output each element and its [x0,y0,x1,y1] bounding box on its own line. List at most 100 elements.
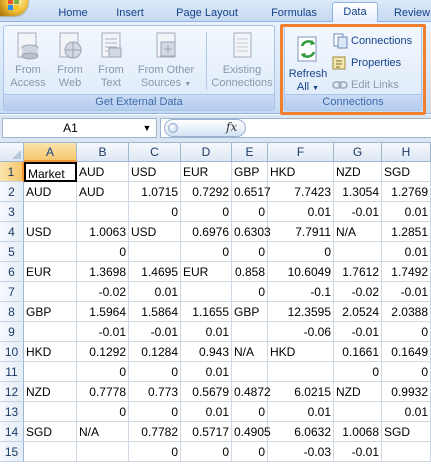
cell-g10[interactable]: 0.1661 [334,342,382,362]
cell-c6[interactable]: 1.4695 [129,262,181,282]
cell-h2[interactable]: 1.2769 [382,182,431,202]
cell-h5[interactable]: 0.01 [382,242,431,262]
cell-a11[interactable] [24,362,77,382]
cell-f8[interactable]: 12.3595 [268,302,334,322]
select-all-button[interactable] [0,143,24,162]
cell-b11[interactable]: 0 [77,362,129,382]
cell-a8[interactable]: GBP [24,302,77,322]
cell-e15[interactable]: 0 [232,442,268,462]
cell-h13[interactable]: 0.01 [382,402,431,422]
cell-d6[interactable]: EUR [181,262,232,282]
cell-c14[interactable]: 0.7782 [129,422,181,442]
cell-d5[interactable]: 0 [181,242,232,262]
tab-data[interactable]: Data [332,2,378,23]
row-header-1[interactable]: 1 [0,162,24,182]
cell-c7[interactable]: 0.01 [129,282,181,302]
tab-insert[interactable]: Insert [106,5,154,22]
column-header-h[interactable]: H [382,143,431,162]
cell-g1[interactable]: NZD [334,162,382,182]
column-header-g[interactable]: G [334,143,382,162]
cell-a9[interactable] [24,322,77,342]
cell-g5[interactable] [334,242,382,262]
tab-page-layout[interactable]: Page Layout [165,5,249,22]
cell-d14[interactable]: 0.5717 [181,422,232,442]
cell-b15[interactable] [77,442,129,462]
row-header-15[interactable]: 15 [0,442,24,462]
edit-links-button[interactable]: Edit Links [332,77,399,93]
cell-e9[interactable] [232,322,268,342]
cell-h10[interactable]: 0.1649 [382,342,431,362]
from-access-button[interactable]: From Access [6,30,50,90]
column-header-e[interactable]: E [232,143,268,162]
cell-b4[interactable]: 1.0063 [77,222,129,242]
cell-h6[interactable]: 1.7492 [382,262,431,282]
row-header-14[interactable]: 14 [0,422,24,442]
row-header-2[interactable]: 2 [0,182,24,202]
row-header-13[interactable]: 13 [0,402,24,422]
cell-c15[interactable]: 0 [129,442,181,462]
cell-e14[interactable]: 0.4905 [232,422,271,442]
cell-d10[interactable]: 0.943 [181,342,232,362]
cell-b10[interactable]: 0.1292 [77,342,129,362]
cell-c3[interactable]: 0 [129,202,181,222]
cell-h4[interactable]: 1.2851 [382,222,431,242]
cell-b3[interactable] [77,202,129,222]
cell-b1[interactable]: AUD [77,162,129,182]
cell-e2[interactable]: 0.6517 [232,182,271,202]
cell-f12[interactable]: 6.0215 [268,382,334,402]
cell-a6[interactable]: EUR [24,262,77,282]
cell-b9[interactable]: -0.01 [77,322,129,342]
cell-d4[interactable]: 0.6976 [181,222,232,242]
cell-h14[interactable]: SGD [382,422,431,442]
cell-h15[interactable] [382,442,431,462]
cell-c13[interactable]: 0 [129,402,181,422]
refresh-all-button[interactable]: Refresh All ▼ [286,34,330,95]
cell-d3[interactable]: 0 [181,202,232,222]
cell-c2[interactable]: 1.0715 [129,182,181,202]
cell-f1[interactable]: HKD [268,162,334,182]
cell-h8[interactable]: 2.0388 [382,302,431,322]
cell-b8[interactable]: 1.5964 [77,302,129,322]
cell-b7[interactable]: -0.02 [77,282,129,302]
properties-button[interactable]: Properties [332,55,401,71]
row-header-7[interactable]: 7 [0,282,24,302]
column-header-d[interactable]: D [181,143,232,162]
cell-a10[interactable]: HKD [24,342,77,362]
from-web-button[interactable]: From Web [52,30,88,90]
row-header-5[interactable]: 5 [0,242,24,262]
cell-d13[interactable]: 0.01 [181,402,232,422]
resize-handle-icon[interactable] [168,123,178,133]
cell-a5[interactable] [24,242,77,262]
cell-g8[interactable]: 2.0524 [334,302,382,322]
cell-g11[interactable]: 0 [334,362,382,382]
column-header-a[interactable]: A [24,143,77,162]
cell-c8[interactable]: 1.5864 [129,302,181,322]
cell-c12[interactable]: 0.773 [129,382,181,402]
cell-d12[interactable]: 0.5679 [181,382,232,402]
cell-c5[interactable] [129,242,181,262]
cell-b12[interactable]: 0.7778 [77,382,129,402]
column-header-f[interactable]: F [268,143,334,162]
cell-h9[interactable]: 0 [382,322,431,342]
cell-e8[interactable]: GBP [232,302,268,322]
cell-d1[interactable]: EUR [181,162,232,182]
from-other-sources-button[interactable]: From Other Sources ▼ [132,30,200,91]
column-header-b[interactable]: B [77,143,129,162]
cell-e13[interactable]: 0 [232,402,268,422]
insert-function-icon[interactable]: fx [226,120,237,134]
cell-h3[interactable]: 0.01 [382,202,431,222]
cell-d2[interactable]: 0.7292 [181,182,232,202]
cell-e7[interactable]: 0 [232,282,268,302]
row-header-11[interactable]: 11 [0,362,24,382]
cell-f5[interactable]: 0 [268,242,334,262]
cell-f14[interactable]: 6.0632 [268,422,334,442]
cell-d9[interactable]: 0.01 [181,322,232,342]
cell-b2[interactable]: AUD [77,182,129,202]
cell-e4[interactable]: 0.6303 [232,222,271,242]
cell-e12[interactable]: 0.4872 [232,382,271,402]
cell-a7[interactable] [24,282,77,302]
row-header-4[interactable]: 4 [0,222,24,242]
cell-f2[interactable]: 7.7423 [268,182,334,202]
cell-a12[interactable]: NZD [24,382,77,402]
cell-c4[interactable]: USD [129,222,181,242]
